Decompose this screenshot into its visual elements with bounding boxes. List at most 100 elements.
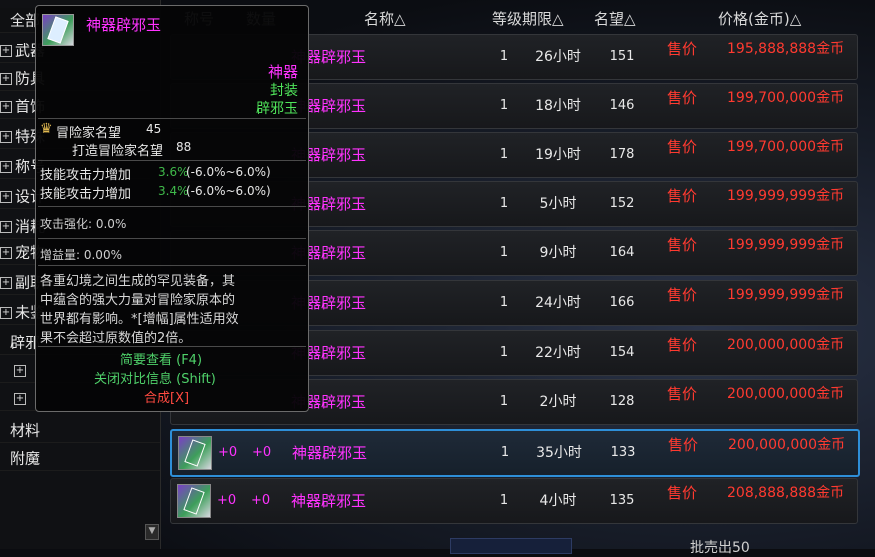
- item-level: 1: [499, 245, 509, 260]
- price-label: 售价: [667, 286, 698, 304]
- item-reputation: 178: [609, 147, 635, 162]
- item-icon[interactable]: [178, 436, 212, 470]
- expand-icon[interactable]: +: [14, 364, 26, 377]
- divider: [38, 265, 306, 266]
- item-reputation: 164: [609, 245, 635, 260]
- expand-icon[interactable]: +: [0, 306, 12, 319]
- item-price: 208,888,888金币: [727, 485, 845, 501]
- desc-line-3: 世界都有影响。*[增幅]属性适用效: [40, 312, 239, 327]
- item-level: 1: [499, 147, 509, 162]
- item-reputation: 128: [609, 394, 635, 409]
- item-reputation: 146: [609, 98, 635, 113]
- buff-amount: 增益量: 0.00%: [40, 248, 122, 262]
- sidebar-scroll-down-button[interactable]: ▼: [145, 524, 159, 540]
- item-duration: 26小时: [535, 49, 581, 65]
- item-level: 1: [499, 295, 509, 310]
- item-level: 1: [500, 445, 510, 460]
- price-label: 售价: [667, 236, 698, 254]
- expand-icon[interactable]: +: [0, 246, 12, 259]
- plus-b: +0: [251, 493, 271, 508]
- item-duration: 18小时: [535, 98, 581, 114]
- item-level: 1: [499, 196, 509, 211]
- skill2-label: 技能攻击力增加: [40, 187, 132, 202]
- sidebar-item-label: 附魔: [10, 449, 41, 468]
- expand-icon[interactable]: +: [14, 392, 26, 405]
- item-price: 195,888,888金币: [727, 41, 845, 57]
- expand-icon[interactable]: +: [0, 100, 12, 113]
- brief-view-action[interactable]: 简要查看 (F4): [120, 349, 202, 368]
- plus-a: +0: [218, 445, 238, 460]
- sold-count-label: 批売出50: [690, 540, 750, 556]
- header-level-duration[interactable]: 等级期限△: [492, 8, 564, 30]
- forge-rep-value: 88: [176, 140, 192, 154]
- close-compare-action[interactable]: 关闭对比信息 (Shift): [94, 368, 216, 387]
- price-label: 售价: [667, 40, 698, 58]
- price-label: 售价: [667, 385, 698, 403]
- item-duration: 2小时: [539, 394, 577, 410]
- skill1-value: 3.6%: [158, 165, 189, 179]
- item-tooltip: 神器辟邪玉 神器 封装 辟邪玉 ♛ 冒险家名望 45 打造冒险家名望 88 技能…: [35, 5, 309, 412]
- item-level: 1: [499, 345, 509, 360]
- header-reputation[interactable]: 名望△: [594, 8, 636, 30]
- item-price: 200,000,000金币: [727, 386, 845, 402]
- sidebar-item-label: 材料: [10, 421, 41, 440]
- skill2-value: 3.4%: [158, 184, 189, 198]
- skill2-range: (-6.0%~6.0%): [186, 184, 271, 198]
- price-label: 售价: [667, 89, 698, 107]
- expand-icon[interactable]: +: [0, 72, 12, 85]
- desc-line-4: 果不会超过原数值的2倍。: [40, 331, 192, 346]
- forge-rep-label: 打造冒险家名望: [72, 144, 164, 159]
- attack-enhancement: 攻击强化: 0.0%: [40, 217, 127, 231]
- expand-icon[interactable]: +: [0, 44, 12, 57]
- plus-a: +0: [217, 493, 237, 508]
- divider: [38, 160, 306, 161]
- skill1-range: (-6.0%~6.0%): [186, 165, 271, 179]
- table-row[interactable]: +0 +0 神器辟邪玉 1 35小时 133 售价 200,000,000金币: [170, 429, 860, 477]
- divider: [38, 238, 306, 239]
- skill1-label: 技能攻击力增加: [40, 168, 132, 183]
- item-price: 200,000,000金币: [727, 337, 845, 353]
- tooltip-bind: 封装: [270, 83, 298, 99]
- item-duration: 19小时: [535, 147, 581, 163]
- table-row[interactable]: +0 +0 神器辟邪玉 1 4小时 135 售价 208,888,888金币: [170, 478, 858, 524]
- item-price: 199,999,999金币: [727, 287, 845, 303]
- sidebar-item[interactable]: 材料: [0, 418, 160, 443]
- synthesize-action[interactable]: 合成[X]: [144, 387, 189, 406]
- item-name: 神器辟邪玉: [291, 492, 367, 510]
- item-icon[interactable]: [177, 484, 211, 518]
- tooltip-rarity: 神器: [267, 63, 298, 81]
- item-reputation: 151: [609, 49, 635, 64]
- header-name[interactable]: 名称△: [364, 8, 406, 30]
- desc-line-1: 各重幻境之间生成的罕见装备，其: [40, 274, 236, 289]
- item-duration: 5小时: [539, 196, 577, 212]
- item-level: 1: [499, 98, 509, 113]
- item-level: 1: [499, 394, 509, 409]
- price-label: 售价: [668, 436, 699, 454]
- item-price: 199,700,000金币: [727, 90, 845, 106]
- desc-line-2: 中蕴含的强大力量对冒险家原本的: [40, 293, 236, 308]
- expand-icon[interactable]: +: [0, 160, 12, 173]
- expand-icon[interactable]: +: [0, 220, 12, 233]
- item-price: 199,999,999金币: [727, 188, 845, 204]
- crown-icon: ♛: [40, 121, 53, 137]
- adv-rep-label: 冒险家名望: [56, 126, 122, 141]
- item-duration: 24小时: [535, 295, 581, 311]
- tooltip-type: 辟邪玉: [256, 101, 298, 117]
- item-price: 199,700,000金币: [727, 139, 845, 155]
- item-reputation: 152: [609, 196, 635, 211]
- item-duration: 22小时: [535, 345, 581, 361]
- pagination-bar[interactable]: [450, 538, 572, 554]
- expand-icon[interactable]: +: [0, 190, 12, 203]
- price-label: 售价: [667, 484, 698, 502]
- sidebar-item[interactable]: 附魔: [0, 446, 160, 471]
- price-label: 售价: [667, 187, 698, 205]
- item-reputation: 166: [609, 295, 635, 310]
- expand-icon[interactable]: +: [0, 130, 12, 143]
- item-price: 199,999,999金币: [727, 237, 845, 253]
- adv-rep-value: 45: [146, 122, 162, 136]
- item-reputation: 133: [610, 445, 636, 460]
- price-label: 售价: [667, 336, 698, 354]
- plus-b: +0: [252, 445, 272, 460]
- expand-icon[interactable]: +: [0, 276, 12, 289]
- item-icon: [42, 14, 74, 46]
